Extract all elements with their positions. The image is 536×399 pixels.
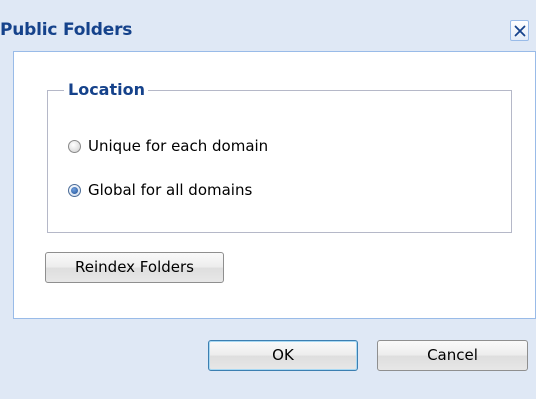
cancel-button[interactable]: Cancel <box>377 340 528 371</box>
reindex-folders-button[interactable]: Reindex Folders <box>45 252 224 283</box>
radio-global-all-domains[interactable] <box>68 183 81 197</box>
ok-button[interactable]: OK <box>208 340 358 371</box>
public-folders-dialog: Public Folders Location Unique for each … <box>0 0 536 399</box>
dialog-titlebar[interactable]: Public Folders <box>0 0 536 52</box>
radio-option-global[interactable]: Global for all domains <box>68 179 252 201</box>
close-icon <box>514 25 526 37</box>
radio-unique-per-domain[interactable] <box>68 139 81 153</box>
dialog-body-panel: Location Unique for each domain Global f… <box>13 51 536 319</box>
close-button[interactable] <box>510 20 529 41</box>
location-legend: Location <box>64 79 148 101</box>
radio-option-unique[interactable]: Unique for each domain <box>68 135 268 157</box>
radio-label-unique[interactable]: Unique for each domain <box>88 137 268 155</box>
dialog-title: Public Folders <box>0 20 133 40</box>
location-fieldset: Location Unique for each domain Global f… <box>47 79 512 233</box>
radio-label-global[interactable]: Global for all domains <box>88 181 252 199</box>
